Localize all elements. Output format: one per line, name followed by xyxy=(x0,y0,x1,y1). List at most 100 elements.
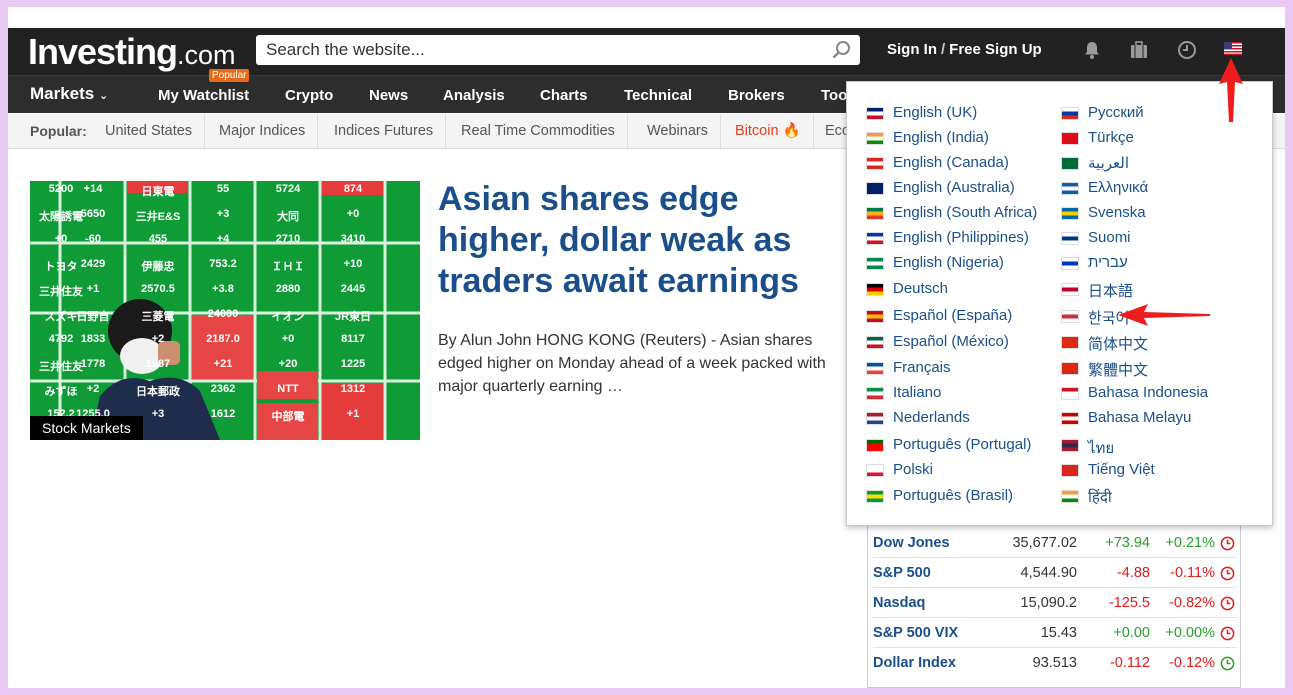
index-change: +0.00 xyxy=(1113,625,1150,641)
search-input[interactable] xyxy=(266,35,826,65)
language-label: Bahasa Indonesia xyxy=(1088,384,1209,401)
index-change: -125.5 xyxy=(1108,595,1150,611)
india-hindi-flag-icon xyxy=(1061,490,1079,503)
index-name[interactable]: Nasdaq xyxy=(873,595,925,611)
language-label: Ελληνικά xyxy=(1088,179,1149,196)
browser-frame: Investing.com Sign In/Free Sign Up Marke… xyxy=(8,7,1285,688)
saudi-flag-icon xyxy=(1061,157,1079,170)
annotation-arrow-left xyxy=(1118,304,1210,326)
article-summary: By Alun John HONG KONG (Reuters) - Asian… xyxy=(438,332,826,395)
auth-links: Sign In / Free Sign Up xyxy=(887,41,1042,58)
finland-flag-icon xyxy=(1061,232,1079,245)
article-image[interactable]: 5200 +14 日東電 55 5724 874 太陽誘電 5650 三井E&S +3 大同 +0 +0… xyxy=(30,181,420,440)
greece-flag-icon xyxy=(1061,182,1079,195)
language-label: हिंदी xyxy=(1088,489,1112,506)
bell-icon[interactable] xyxy=(1082,40,1102,60)
philippines-flag-icon xyxy=(866,232,884,245)
spain-flag-icon xyxy=(866,310,884,323)
nav-analysis[interactable]: Analysis xyxy=(443,87,505,104)
index-change-percent: +0.00% xyxy=(1165,625,1215,641)
nav-brokers[interactable]: Brokers xyxy=(728,87,785,104)
popular-real-time-commodities[interactable]: Real Time Commodities xyxy=(449,114,628,149)
index-value: 35,677.02 xyxy=(1012,535,1077,551)
nav-news[interactable]: News xyxy=(369,87,408,104)
index-name[interactable]: S&P 500 VIX xyxy=(873,625,958,641)
language-label: Français xyxy=(893,359,951,376)
poland-flag-icon xyxy=(866,464,884,477)
clock-icon xyxy=(1220,536,1235,551)
language-label: Deutsch xyxy=(893,280,949,297)
index-row[interactable]: S&P 500 VIX 15.43 +0.00 +0.00% xyxy=(873,618,1237,648)
article-headline[interactable]: Asian shares edge higher, dollar weak as… xyxy=(438,179,838,302)
index-change-percent: -0.11% xyxy=(1170,565,1215,581)
uk-flag-icon xyxy=(866,107,884,120)
clock-icon xyxy=(1220,596,1235,611)
category-tag[interactable]: Stock Markets xyxy=(30,416,143,440)
netherlands-flag-icon xyxy=(866,412,884,425)
nav-markets[interactable]: Markets ⌄ xyxy=(30,84,108,104)
language-label: English (UK) xyxy=(893,104,978,121)
france-flag-icon xyxy=(866,362,884,375)
free-sign-up-link[interactable]: Free Sign Up xyxy=(949,41,1042,58)
briefcase-icon[interactable] xyxy=(1129,40,1149,60)
popular-united-states[interactable]: United States xyxy=(93,114,206,149)
index-value: 15,090.2 xyxy=(1020,595,1077,611)
index-row[interactable]: Nasdaq 15,090.2 -125.5 -0.82% xyxy=(873,588,1237,618)
language-label: Polski xyxy=(893,461,934,478)
index-change-percent: -0.12% xyxy=(1169,655,1215,671)
search-icon[interactable] xyxy=(832,40,852,60)
stock-board-photo xyxy=(30,181,420,440)
nav-my-watchlist[interactable]: My Watchlist xyxy=(158,87,249,104)
index-name[interactable]: Dow Jones xyxy=(873,535,950,551)
us-flag-icon[interactable] xyxy=(1224,42,1242,55)
italy-flag-icon xyxy=(866,387,884,400)
language-label: Português (Portugal) xyxy=(893,436,1032,453)
clock-icon[interactable] xyxy=(1177,40,1197,60)
mexico-flag-icon xyxy=(866,336,884,349)
nav-charts[interactable]: Charts xyxy=(540,87,588,104)
hong-kong-flag-icon xyxy=(1061,362,1079,375)
index-change-percent: -0.82% xyxy=(1169,595,1215,611)
index-name[interactable]: Dollar Index xyxy=(873,655,956,671)
language-label: Русский xyxy=(1088,104,1144,121)
indonesia-flag-icon xyxy=(1061,387,1079,400)
china-flag-icon xyxy=(1061,336,1079,349)
index-value: 15.43 xyxy=(1040,625,1077,641)
language-label: 简体中文 xyxy=(1088,336,1149,353)
nav-tools[interactable]: Too xyxy=(821,87,847,104)
clock-icon xyxy=(1220,566,1235,581)
popular-major-indices[interactable]: Major Indices xyxy=(207,114,319,149)
index-row[interactable]: Dollar Index 93.513 -0.112 -0.12% xyxy=(873,648,1237,678)
index-change: -4.88 xyxy=(1116,565,1150,581)
vietnam-flag-icon xyxy=(1061,464,1079,477)
japan-flag-icon xyxy=(1061,283,1079,296)
popular-webinars[interactable]: Webinars xyxy=(635,114,721,149)
thailand-flag-icon xyxy=(1061,439,1079,452)
language-label: Suomi xyxy=(1088,229,1131,246)
language-label: עברית xyxy=(1088,254,1128,271)
site-logo[interactable]: Investing.com xyxy=(28,32,236,75)
nigeria-flag-icon xyxy=(866,257,884,270)
india-flag-icon xyxy=(866,132,884,145)
index-value: 93.513 xyxy=(1032,655,1077,671)
language-label: Nederlands xyxy=(893,409,970,426)
language-label: Español (México) xyxy=(893,333,1009,350)
popular-bitcoin[interactable]: Bitcoin 🔥 xyxy=(723,114,814,149)
index-row[interactable]: S&P 500 4,544.90 -4.88 -0.11% xyxy=(873,558,1237,588)
sign-in-link[interactable]: Sign In xyxy=(887,41,937,58)
index-change: -0.112 xyxy=(1109,655,1150,671)
language-label: Italiano xyxy=(893,384,942,401)
nav-technical[interactable]: Technical xyxy=(624,87,692,104)
index-name[interactable]: S&P 500 xyxy=(873,565,931,581)
language-label: English (India) xyxy=(893,129,989,146)
language-label: ไทย xyxy=(1088,440,1115,457)
index-row[interactable]: Dow Jones 35,677.02 +73.94 +0.21% xyxy=(873,528,1237,558)
language-label: 日本語 xyxy=(1088,283,1134,300)
auth-separator: / xyxy=(941,41,946,58)
nav-crypto[interactable]: Crypto xyxy=(285,87,333,104)
korea-flag-icon xyxy=(1061,310,1079,323)
popular-indices-futures[interactable]: Indices Futures xyxy=(322,114,447,149)
popular-badge: Popular xyxy=(209,69,250,82)
search-box[interactable] xyxy=(256,35,860,65)
language-label: English (Canada) xyxy=(893,154,1009,171)
